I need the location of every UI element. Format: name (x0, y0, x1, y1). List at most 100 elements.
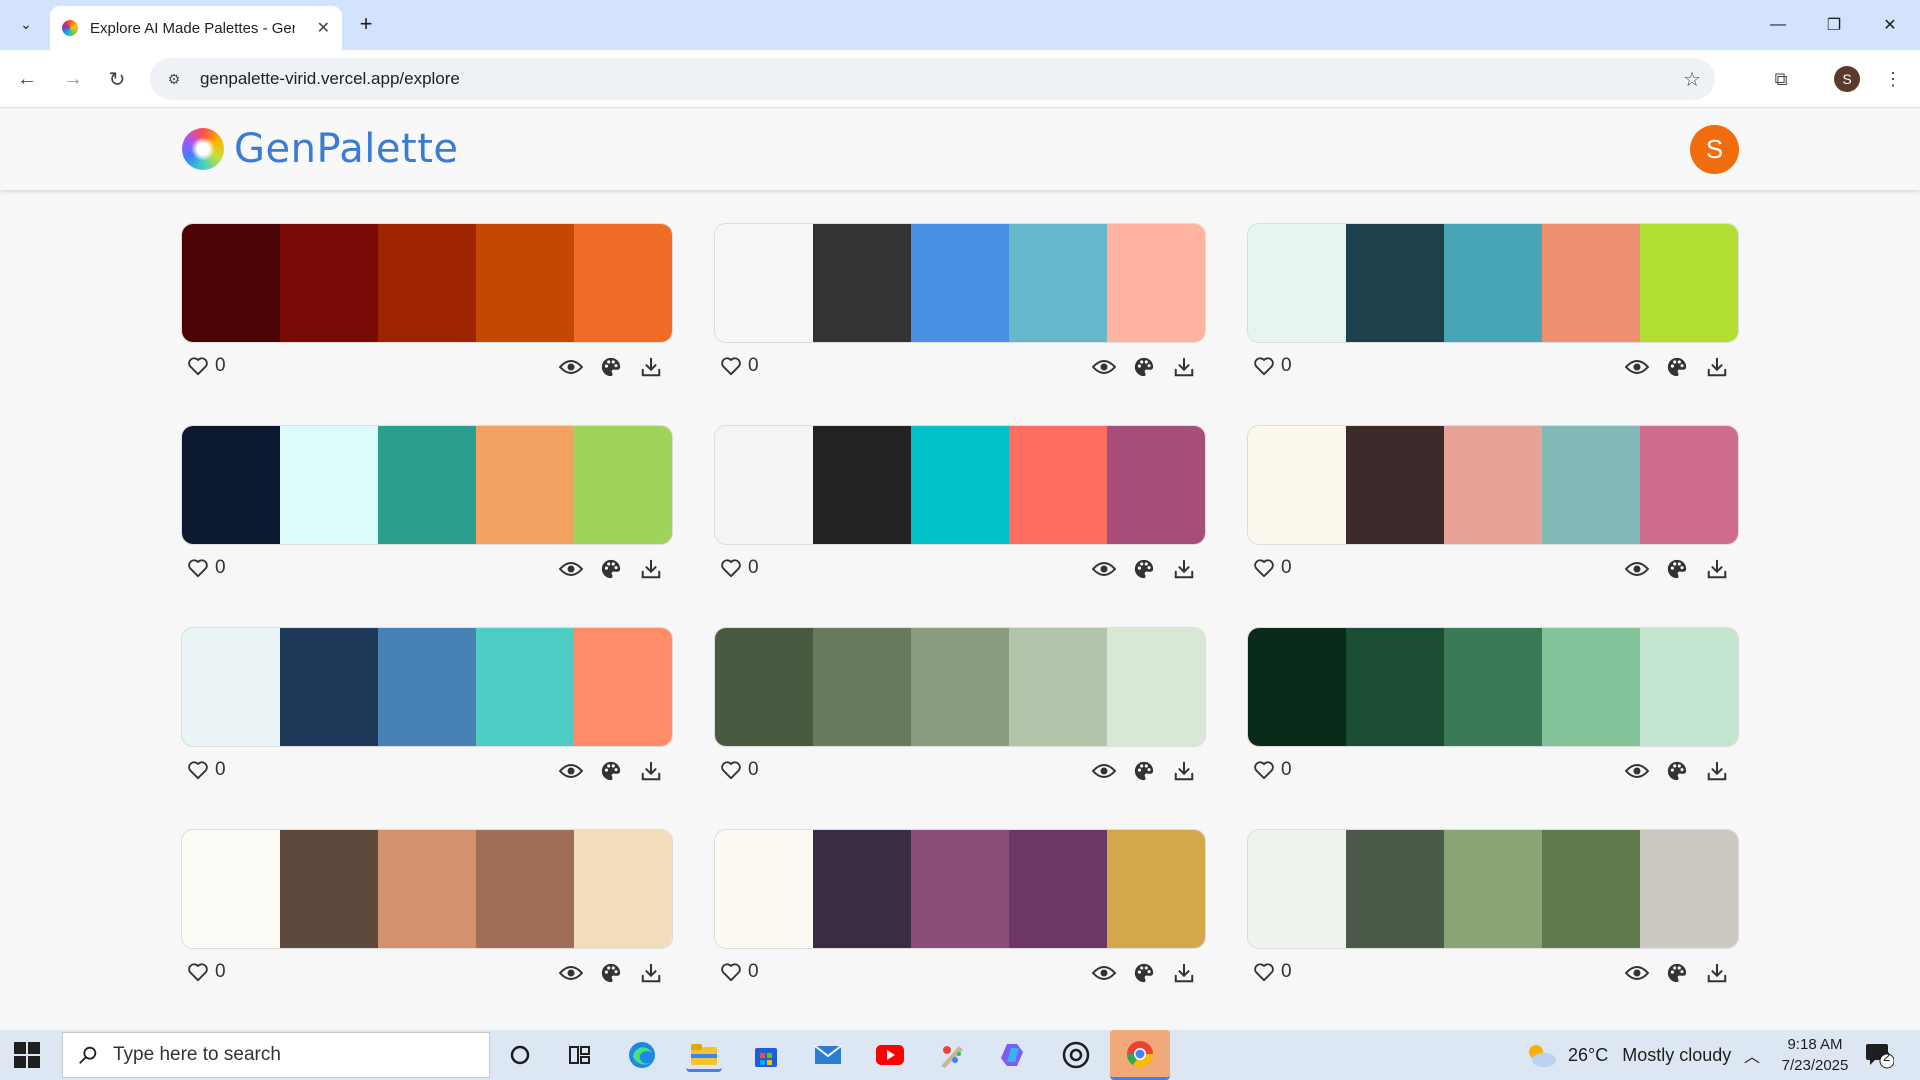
palette-card[interactable]: 0 (714, 425, 1206, 589)
palette-icon[interactable] (1665, 355, 1689, 379)
forward-icon[interactable]: → (58, 64, 88, 94)
view-icon[interactable] (1625, 759, 1649, 783)
palette-swatches[interactable] (181, 627, 673, 747)
color-swatch[interactable] (182, 426, 280, 544)
download-icon[interactable] (1705, 557, 1729, 581)
taskbar-search-box[interactable]: Type here to search (62, 1032, 490, 1078)
clock[interactable]: 9:18 AM 7/23/2025 (1765, 1034, 1865, 1076)
color-swatch[interactable] (1346, 224, 1444, 342)
color-swatch[interactable] (1640, 224, 1738, 342)
new-tab-icon[interactable]: + (352, 10, 380, 38)
notification-center-icon[interactable]: 2 (1864, 1030, 1894, 1080)
download-icon[interactable] (1705, 961, 1729, 985)
color-swatch[interactable] (813, 426, 911, 544)
reload-icon[interactable]: ↻ (102, 64, 132, 94)
windows-start-icon[interactable] (14, 1042, 40, 1068)
color-swatch[interactable] (280, 628, 378, 746)
chatgpt-icon[interactable] (1058, 1038, 1094, 1072)
like-button[interactable]: 0 (720, 759, 759, 781)
color-swatch[interactable] (911, 426, 1009, 544)
palette-swatches[interactable] (1247, 223, 1739, 343)
color-swatch[interactable] (1640, 426, 1738, 544)
view-icon[interactable] (559, 759, 583, 783)
download-icon[interactable] (639, 355, 663, 379)
color-swatch[interactable] (1444, 426, 1542, 544)
like-button[interactable]: 0 (720, 557, 759, 579)
palette-icon[interactable] (1132, 355, 1156, 379)
browser-menu-icon[interactable]: ⋮ (1878, 64, 1908, 94)
palette-swatches[interactable] (181, 829, 673, 949)
palette-swatches[interactable] (714, 425, 1206, 545)
view-icon[interactable] (559, 961, 583, 985)
close-window-icon[interactable]: ✕ (1870, 10, 1910, 40)
color-swatch[interactable] (1542, 628, 1640, 746)
palette-swatches[interactable] (181, 425, 673, 545)
genpalette-logo-icon[interactable] (182, 128, 224, 170)
color-swatch[interactable] (911, 224, 1009, 342)
palette-swatches[interactable] (1247, 627, 1739, 747)
palette-swatches[interactable] (1247, 829, 1739, 949)
like-button[interactable]: 0 (1253, 355, 1292, 377)
tab-search-chevron-icon[interactable]: ⌄ (12, 10, 40, 38)
color-swatch[interactable] (476, 224, 574, 342)
browser-tab[interactable]: Explore AI Made Palettes - GenPalette ✕ (50, 6, 342, 50)
palette-swatches[interactable] (714, 829, 1206, 949)
color-swatch[interactable] (1346, 830, 1444, 948)
color-swatch[interactable] (378, 628, 476, 746)
download-icon[interactable] (1172, 355, 1196, 379)
edge-icon[interactable] (624, 1038, 660, 1072)
color-swatch[interactable] (715, 224, 813, 342)
color-swatch[interactable] (1542, 426, 1640, 544)
view-icon[interactable] (1625, 961, 1649, 985)
brand-name[interactable]: GenPalette (234, 126, 459, 172)
site-settings-icon[interactable]: ⚙ (164, 69, 184, 89)
copilot-icon[interactable] (996, 1038, 1032, 1072)
palette-icon[interactable] (599, 355, 623, 379)
download-icon[interactable] (1172, 557, 1196, 581)
palette-swatches[interactable] (714, 627, 1206, 747)
palette-icon[interactable] (599, 759, 623, 783)
microsoft-store-icon[interactable] (748, 1038, 784, 1072)
tray-chevron-icon[interactable]: ︿ (1744, 1030, 1760, 1080)
view-icon[interactable] (1092, 759, 1116, 783)
like-button[interactable]: 0 (1253, 759, 1292, 781)
youtube-icon[interactable] (872, 1038, 908, 1072)
palette-icon[interactable] (1665, 961, 1689, 985)
palette-icon[interactable] (1132, 557, 1156, 581)
like-button[interactable]: 0 (187, 961, 226, 983)
color-swatch[interactable] (1009, 426, 1107, 544)
color-swatch[interactable] (911, 830, 1009, 948)
color-swatch[interactable] (1542, 224, 1640, 342)
color-swatch[interactable] (378, 830, 476, 948)
paint-icon[interactable] (934, 1038, 970, 1072)
palette-icon[interactable] (1665, 759, 1689, 783)
mail-icon[interactable] (810, 1038, 846, 1072)
browser-profile-avatar[interactable]: S (1834, 66, 1860, 92)
color-swatch[interactable] (911, 628, 1009, 746)
color-swatch[interactable] (1444, 224, 1542, 342)
palette-icon[interactable] (1665, 557, 1689, 581)
color-swatch[interactable] (1444, 830, 1542, 948)
color-swatch[interactable] (1107, 628, 1205, 746)
task-view-icon[interactable] (562, 1038, 598, 1072)
color-swatch[interactable] (182, 830, 280, 948)
color-swatch[interactable] (813, 830, 911, 948)
minimize-icon[interactable]: — (1758, 10, 1798, 40)
color-swatch[interactable] (715, 830, 813, 948)
color-swatch[interactable] (1248, 830, 1346, 948)
like-button[interactable]: 0 (720, 961, 759, 983)
view-icon[interactable] (1625, 355, 1649, 379)
download-icon[interactable] (639, 759, 663, 783)
color-swatch[interactable] (280, 224, 378, 342)
color-swatch[interactable] (1107, 224, 1205, 342)
color-swatch[interactable] (574, 628, 672, 746)
color-swatch[interactable] (1444, 628, 1542, 746)
like-button[interactable]: 0 (187, 759, 226, 781)
download-icon[interactable] (1172, 759, 1196, 783)
palette-swatches[interactable] (181, 223, 673, 343)
palette-card[interactable]: 0 (714, 223, 1206, 387)
color-swatch[interactable] (378, 426, 476, 544)
like-button[interactable]: 0 (187, 355, 226, 377)
color-swatch[interactable] (813, 224, 911, 342)
palette-swatches[interactable] (714, 223, 1206, 343)
